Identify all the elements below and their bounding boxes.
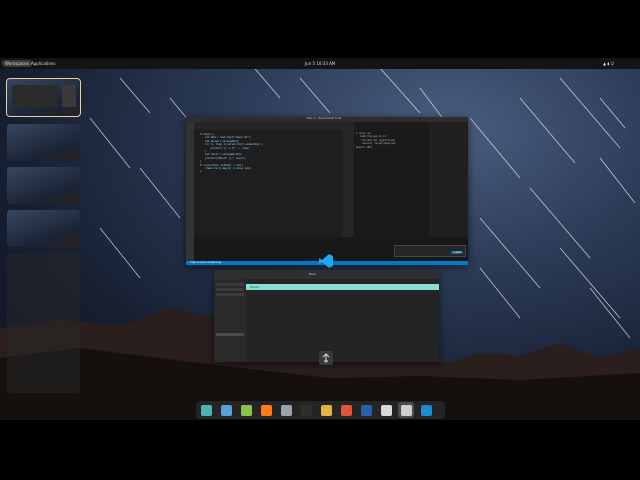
sidebar-place[interactable]	[216, 283, 244, 286]
letterbox-top	[0, 0, 640, 58]
location-bar-path: Home	[250, 285, 259, 289]
hex-line: Result: 4821	[356, 145, 372, 149]
code-editor-title: main.rs - Visual Studio Code	[306, 117, 342, 120]
file-manager-title: Files	[309, 272, 316, 276]
sidebar-place[interactable]	[216, 293, 244, 296]
code-editor-window[interactable]: main.rs - Visual Studio Code fn main() {…	[186, 117, 468, 265]
vscode-window-badge-icon	[318, 253, 334, 269]
vscode-icon[interactable]	[418, 402, 434, 418]
workspace-switcher-icon-glyph	[200, 404, 212, 416]
vscode-icon-glyph	[420, 404, 432, 416]
archive-icon[interactable]	[318, 402, 334, 418]
workspace-thumb-5[interactable]	[7, 253, 80, 393]
sidebar-place[interactable]	[216, 288, 244, 291]
usb-drive-badge-icon	[319, 351, 333, 365]
clock-icon-glyph	[380, 404, 392, 416]
workspace-switcher-icon[interactable]	[198, 402, 214, 418]
usb-icon-glyph	[400, 404, 412, 416]
files-icon[interactable]	[278, 402, 294, 418]
files-icon-glyph	[280, 404, 292, 416]
brave-icon[interactable]	[338, 402, 354, 418]
notification-toast[interactable]: Install	[394, 245, 466, 257]
workspace-window-preview	[62, 85, 76, 107]
clock-icon[interactable]	[378, 402, 394, 418]
save-icon[interactable]	[218, 402, 234, 418]
code-line: }	[200, 170, 202, 174]
app-grid-icon-glyph	[240, 404, 252, 416]
kdenlive-icon-glyph	[360, 404, 372, 416]
minimap[interactable]	[342, 122, 354, 237]
file-manager-sidebar[interactable]	[214, 279, 246, 362]
network-icon: ▲	[603, 61, 607, 66]
applications-button[interactable]: Applications	[28, 60, 58, 67]
activity-bar[interactable]	[186, 122, 194, 265]
location-bar[interactable]: Home	[246, 284, 439, 290]
system-tray-icons[interactable]: ▲ ◖ ⏻	[600, 60, 617, 67]
archive-icon-glyph	[320, 404, 332, 416]
notification-install-button[interactable]: Install	[451, 251, 463, 254]
usb-icon[interactable]	[398, 402, 414, 418]
hex-view-panel[interactable]: $ cargo run Compiling app v0.1.0 Finishe…	[354, 122, 429, 237]
code-editor-text[interactable]: fn main() { let data = read_input("input…	[200, 133, 263, 174]
firefox-icon[interactable]	[258, 402, 274, 418]
workspace-thumb-3[interactable]	[7, 167, 80, 204]
workspace-thumb-2[interactable]	[7, 124, 80, 161]
terminal-icon[interactable]	[298, 402, 314, 418]
hex-view-text: $ cargo run Compiling app v0.1.0 Finishe…	[356, 132, 397, 149]
file-manager-titlebar[interactable]: Files	[214, 270, 439, 279]
power-icon: ⏻	[610, 61, 614, 66]
firefox-icon-glyph	[260, 404, 272, 416]
status-bar-text: main 0 errors 0 warnings	[190, 261, 222, 264]
file-manager-window[interactable]: Files Home	[214, 270, 439, 362]
kdenlive-icon[interactable]	[358, 402, 374, 418]
clock[interactable]: Jun 5 10:33 AM	[302, 60, 338, 67]
terminal-icon-glyph	[300, 404, 312, 416]
editor-tabs[interactable]	[194, 122, 342, 130]
workspace-thumb-1[interactable]	[6, 78, 81, 117]
save-icon-glyph	[220, 404, 232, 416]
brave-icon-glyph	[340, 404, 352, 416]
sidebar-place-selected[interactable]	[216, 333, 244, 336]
screen: Workspaces Applications Jun 5 10:33 AM ▲…	[0, 0, 640, 480]
top-panel: Workspaces Applications Jun 5 10:33 AM ▲…	[0, 58, 640, 69]
workspace-thumb-4[interactable]	[7, 210, 80, 247]
letterbox-bottom	[0, 420, 640, 480]
app-grid-icon[interactable]	[238, 402, 254, 418]
side-panel[interactable]	[429, 122, 468, 237]
workspace-window-preview	[12, 85, 57, 107]
volume-icon: ◖	[607, 61, 610, 66]
